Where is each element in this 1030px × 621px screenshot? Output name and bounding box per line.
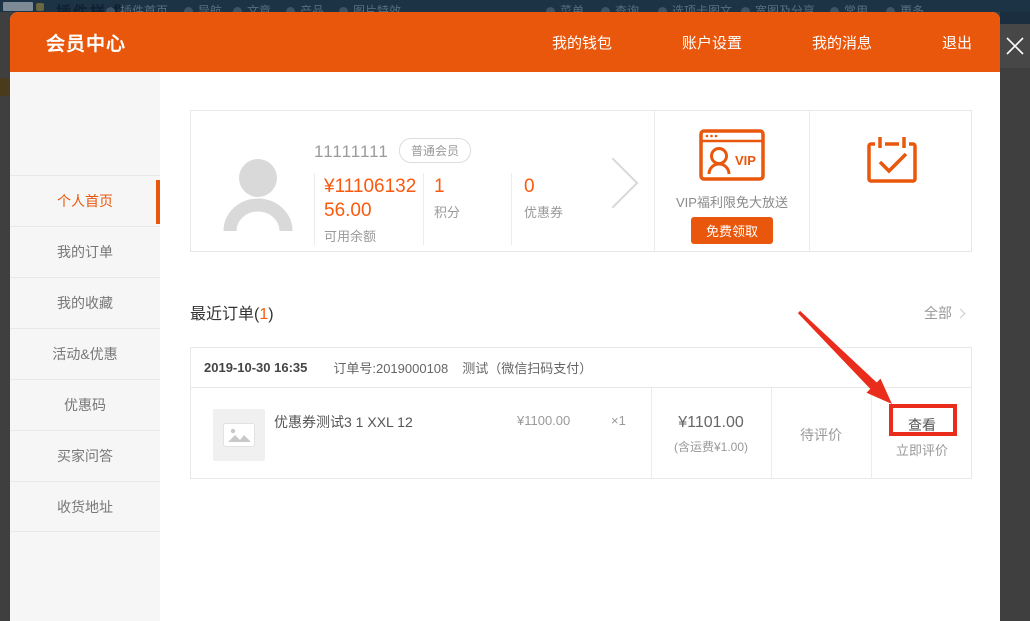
chevron-right-icon xyxy=(956,309,966,319)
sidebar-item-my-orders[interactable]: 我的订单 xyxy=(10,226,160,277)
background-menu-item: 图片特效 xyxy=(339,2,401,12)
main-content: 11111111 普通会员 ¥1110613256.00 可用余额 1 积分 0… xyxy=(160,72,1000,621)
member-center-page: 插件样式 插件首页 导航 文章 产品 图片特效 菜单 查询 选项卡图文 宽图及分… xyxy=(0,0,1030,621)
signin-calendar-section xyxy=(809,111,973,251)
vip-window-icon: VIP xyxy=(699,129,765,181)
balance-label: 可用余额 xyxy=(324,226,420,245)
close-icon xyxy=(1005,36,1025,56)
svg-text:VIP: VIP xyxy=(735,153,756,168)
dimmed-background-left xyxy=(0,12,10,621)
background-element xyxy=(0,78,10,96)
avatar-icon xyxy=(223,157,293,233)
sidebar-item-buyer-qa[interactable]: 买家问答 xyxy=(10,430,160,481)
sidebar-item-personal-home[interactable]: 个人首页 xyxy=(10,175,160,226)
modal-header: 会员中心 我的钱包 账户设置 我的消息 退出 xyxy=(10,12,1000,72)
sidebar-item-my-favorites[interactable]: 我的收藏 xyxy=(10,277,160,328)
nav-my-wallet[interactable]: 我的钱包 xyxy=(552,32,612,53)
order-payment-note: 测试（微信扫码支付） xyxy=(462,358,592,377)
points-label: 积分 xyxy=(434,202,460,221)
divider xyxy=(314,173,315,245)
background-menu-item: 导航 xyxy=(184,2,222,12)
order-datetime: 2019-10-30 16:35 xyxy=(204,360,307,375)
background-element xyxy=(1000,12,1030,24)
page-title: 会员中心 xyxy=(46,29,126,56)
coupons-stat: 0 优惠券 xyxy=(524,175,563,221)
background-menu-item: 菜单 xyxy=(546,2,584,12)
chevron-right-icon[interactable] xyxy=(588,158,639,209)
divider xyxy=(511,173,512,245)
calendar-check-icon[interactable] xyxy=(866,135,918,185)
member-level-badge: 普通会员 xyxy=(399,138,471,163)
vip-promo-title: VIP福利限免大放送 xyxy=(655,192,809,211)
product-unit-price: ¥1100.00 xyxy=(517,413,570,428)
image-placeholder-icon xyxy=(223,423,255,447)
coupons-value: 0 xyxy=(524,175,563,199)
recent-orders-title: 最近订单(1) xyxy=(190,300,274,324)
background-menu-item: 产品 xyxy=(286,2,324,12)
order-number: 订单号:2019000108 xyxy=(333,358,448,377)
header-nav: 我的钱包 账户设置 我的消息 退出 xyxy=(552,12,972,72)
product-quantity: ×1 xyxy=(611,413,626,428)
vip-promo-section: VIP VIP福利限免大放送 免费领取 xyxy=(654,111,809,251)
order-meta-row: 2019-10-30 16:35 订单号:2019000108 测试（微信扫码支… xyxy=(191,348,971,388)
order-card: 2019-10-30 16:35 订单号:2019000108 测试（微信扫码支… xyxy=(190,347,972,479)
background-top-menu: 插件样式 插件首页 导航 文章 产品 图片特效 菜单 查询 选项卡图文 宽图及分… xyxy=(0,0,1030,12)
profile-card: 11111111 普通会员 ¥1110613256.00 可用余额 1 积分 0… xyxy=(190,110,972,252)
background-logo-mark xyxy=(36,3,44,11)
dimmed-background-right xyxy=(1000,12,1030,621)
sidebar: 个人首页 我的订单 我的收藏 活动&优惠 优惠码 买家问答 收货地址 xyxy=(10,72,160,621)
nav-account-settings[interactable]: 账户设置 xyxy=(682,32,742,53)
background-menu-item: 宽图及分享 xyxy=(741,2,815,12)
divider xyxy=(651,388,652,478)
points-stat: 1 积分 xyxy=(434,175,460,221)
member-center-modal: 会员中心 我的钱包 账户设置 我的消息 退出 个人首页 我的订单 我的收藏 活动… xyxy=(10,12,1000,621)
background-menu-item: 选项卡图文 xyxy=(658,2,732,12)
sidebar-item-activities-discounts[interactable]: 活动&优惠 xyxy=(10,328,160,379)
background-menu-item: 常用 xyxy=(830,2,868,12)
view-order-button[interactable]: 查看 xyxy=(871,415,973,435)
nav-my-messages[interactable]: 我的消息 xyxy=(812,32,872,53)
nav-logout[interactable]: 退出 xyxy=(942,32,972,53)
balance-value: ¥1110613256.00 xyxy=(324,175,420,223)
order-shipping-note: (含运费¥1.00) xyxy=(651,438,771,455)
sidebar-item-coupon-code[interactable]: 优惠码 xyxy=(10,379,160,430)
background-menu-item: 插件首页 xyxy=(106,2,168,12)
order-count: 1 xyxy=(259,306,268,323)
product-thumbnail xyxy=(213,409,265,461)
review-now-button[interactable]: 立即评价 xyxy=(871,440,973,459)
balance-stat: ¥1110613256.00 可用余额 xyxy=(324,175,420,245)
sidebar-item-shipping-address[interactable]: 收货地址 xyxy=(10,481,160,532)
background-logo xyxy=(3,2,33,11)
free-claim-button[interactable]: 免费领取 xyxy=(691,217,773,244)
order-total: ¥1101.00 xyxy=(651,414,771,432)
background-menu-item: 查询 xyxy=(601,2,639,12)
points-value: 1 xyxy=(434,175,460,199)
background-menu-item: 文章 xyxy=(233,2,271,12)
divider xyxy=(423,173,424,245)
coupons-label: 优惠券 xyxy=(524,202,563,221)
close-button[interactable] xyxy=(1000,24,1030,68)
background-menu-item: 更多 xyxy=(886,2,924,12)
view-all-link[interactable]: 全部 xyxy=(924,303,964,323)
order-status: 待评价 xyxy=(771,425,871,445)
username: 11111111 xyxy=(314,142,389,162)
product-name: 优惠券测试3 1 XXL 12 xyxy=(274,412,413,432)
